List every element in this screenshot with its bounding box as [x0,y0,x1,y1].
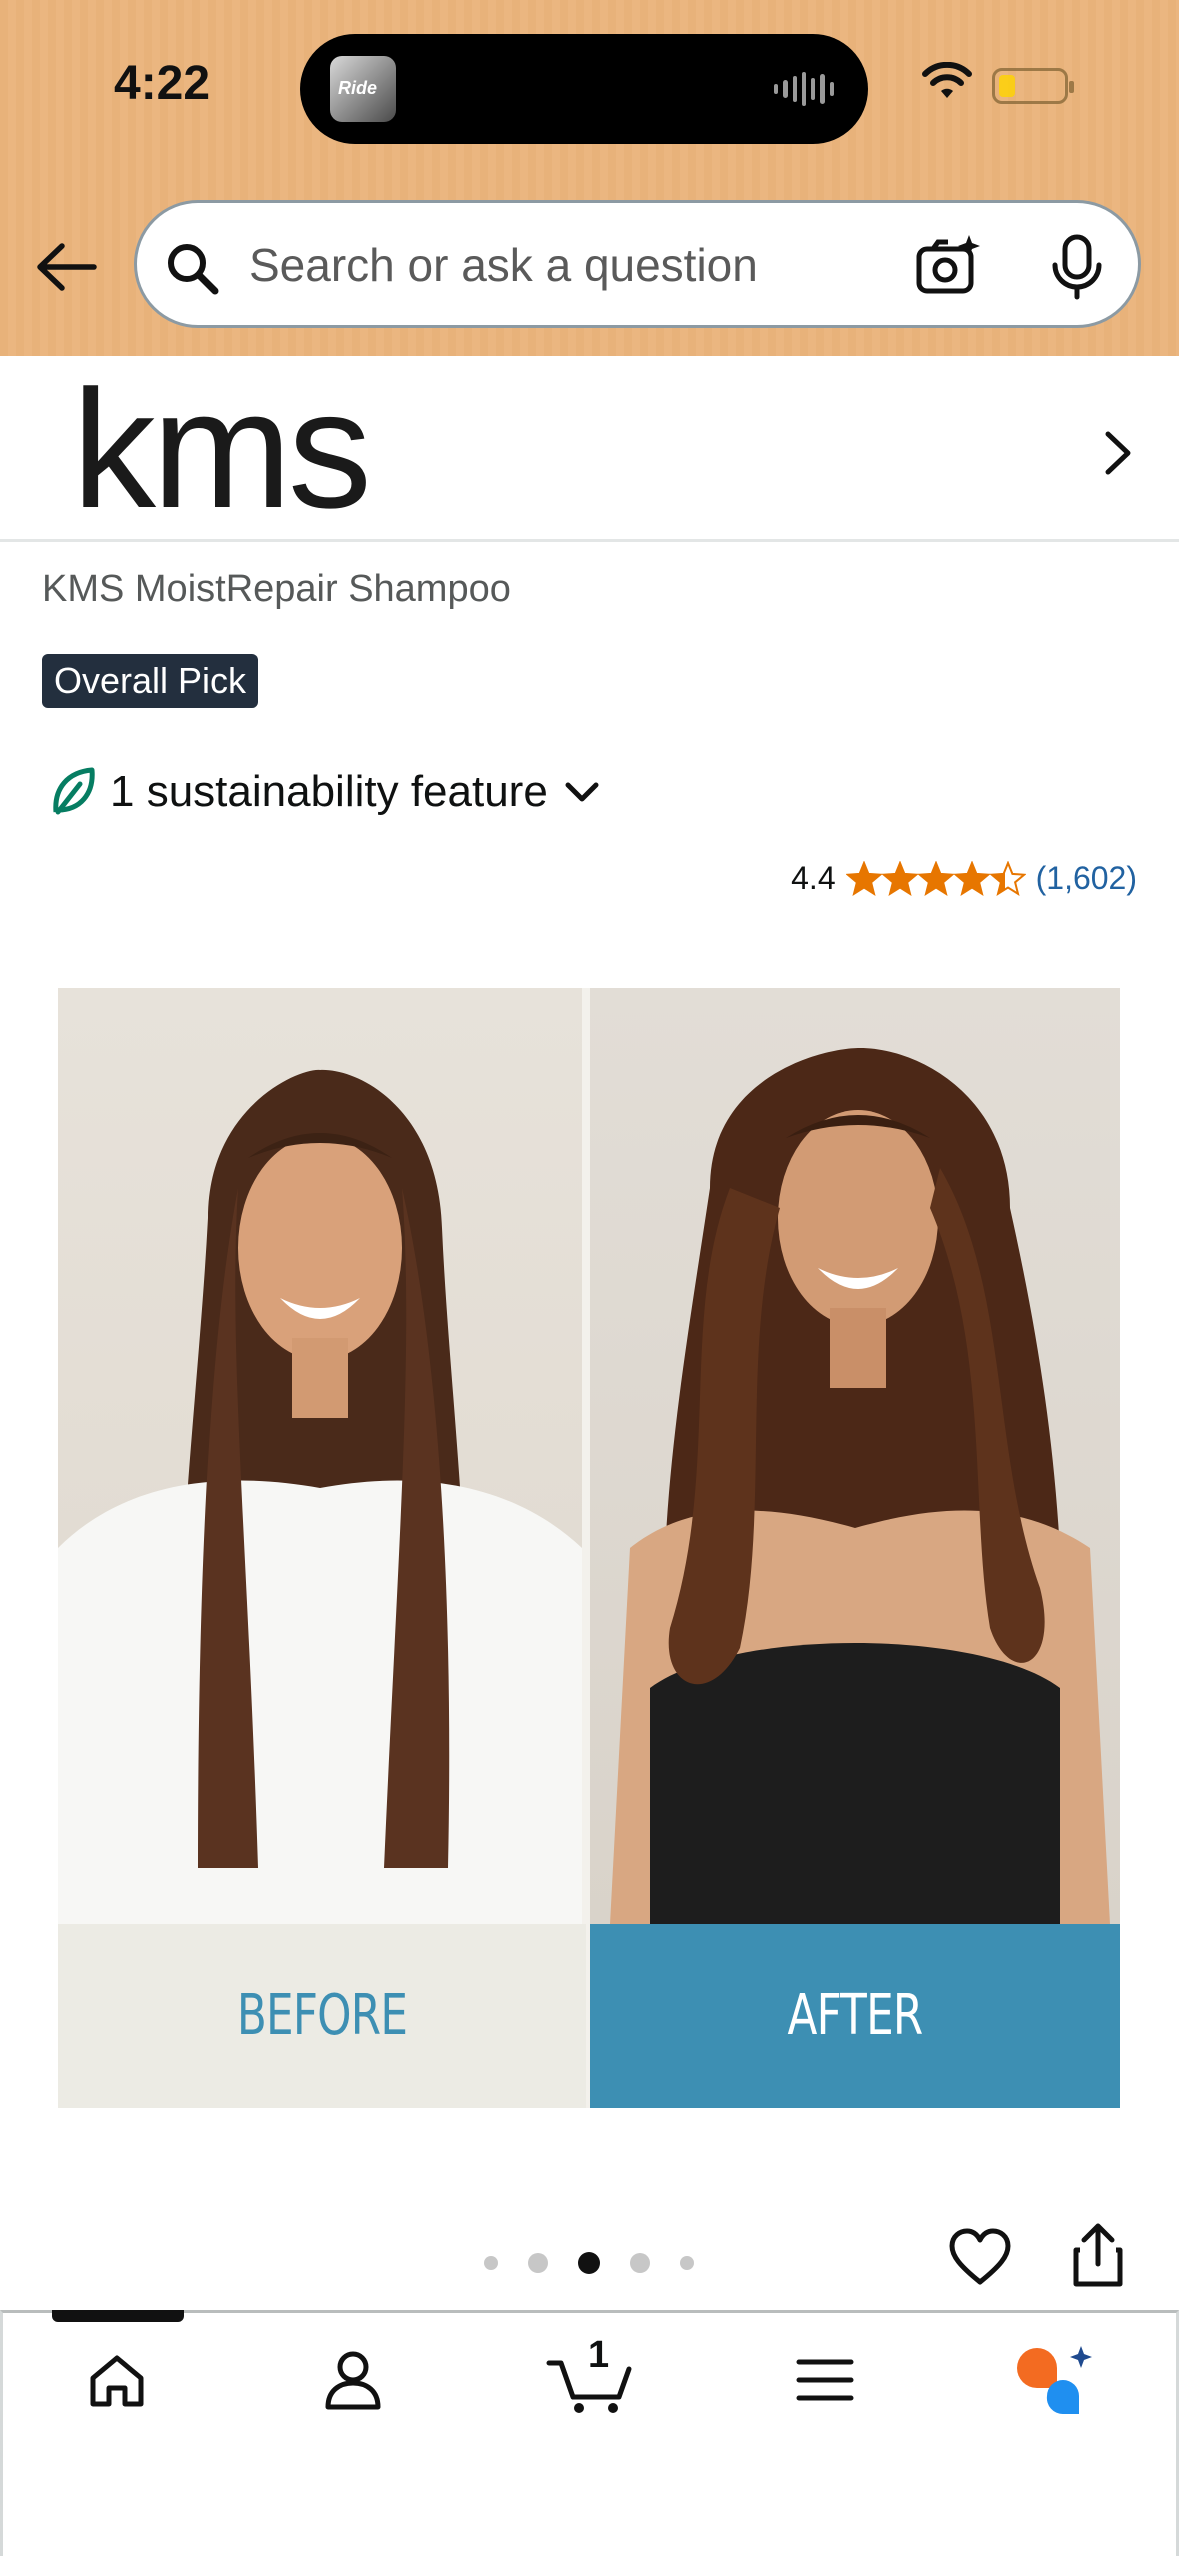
before-label-panel: BEFORE [58,1924,586,2108]
carousel-dot-active[interactable] [578,2252,600,2274]
home-icon [90,2355,144,2407]
rating-summary[interactable]: 4.4 (1,602) [791,860,1137,897]
search-bar[interactable] [134,200,1141,328]
menu-icon [796,2359,854,2401]
star-rating [845,860,1026,896]
share-icon[interactable] [1070,2222,1126,2288]
heart-icon[interactable] [948,2228,1012,2288]
carousel-dot[interactable] [528,2253,548,2273]
star-icon [952,860,991,896]
chevron-right-icon[interactable] [1098,428,1138,478]
before-portrait-image [58,1069,582,1924]
now-playing-art-text: Ride [338,78,378,98]
rating-value: 4.4 [791,860,836,896]
before-photo [58,988,582,1924]
wifi-icon [922,62,972,98]
brand-logo: kms [72,355,372,543]
review-count-link[interactable]: (1,602) [1036,860,1137,897]
app-header: 4:22 Ride [0,0,1179,356]
carousel-dot[interactable] [484,2256,498,2270]
rufus-icon [1017,2346,1092,2415]
now-playing-artwork: Ride [330,56,396,122]
camera-search-icon[interactable] [913,231,983,301]
after-label: AFTER [787,1983,924,2048]
sustainability-toggle[interactable]: 1 sustainability feature [50,762,602,822]
cart-count-badge: 1 [588,2334,610,2376]
after-photo [590,988,1120,1924]
star-icon [916,860,955,896]
battery-icon [992,68,1074,104]
audio-waveform-icon [774,72,834,106]
tab-cart[interactable]: 1 [536,2334,646,2420]
dynamic-island[interactable]: Ride [300,34,868,144]
tab-home[interactable] [62,2340,172,2420]
account-icon [325,2351,381,2410]
overall-pick-badge: Overall Pick [42,654,259,708]
search-input[interactable] [247,223,947,307]
after-label-panel: AFTER [590,1924,1120,2108]
chevron-down-icon [565,782,599,802]
star-icon [845,860,883,896]
before-label: BEFORE [236,1983,408,2048]
carousel-dot[interactable] [680,2256,694,2270]
brand-strip[interactable]: kms [0,356,1179,542]
search-icon [168,244,219,295]
product-image-carousel[interactable]: BEFORE AFTER [58,988,1120,2108]
product-title[interactable]: KMS MoistRepair Shampoo [42,568,511,611]
sustainability-label: 1 sustainability feature [110,767,548,816]
tab-menu[interactable] [770,2340,880,2420]
star-icon [880,860,919,896]
status-time: 4:22 [114,57,211,110]
active-tab-indicator [52,2310,184,2322]
carousel-dot[interactable] [630,2253,650,2273]
back-arrow-icon[interactable] [34,240,98,294]
star-icon [988,860,1026,896]
tab-rufus[interactable] [1000,2340,1110,2420]
microphone-icon[interactable] [1049,233,1105,303]
leaf-icon [53,767,95,815]
carousel-dots[interactable] [484,2252,694,2274]
after-portrait-image [610,1048,1110,1924]
tab-account[interactable] [298,2340,408,2420]
